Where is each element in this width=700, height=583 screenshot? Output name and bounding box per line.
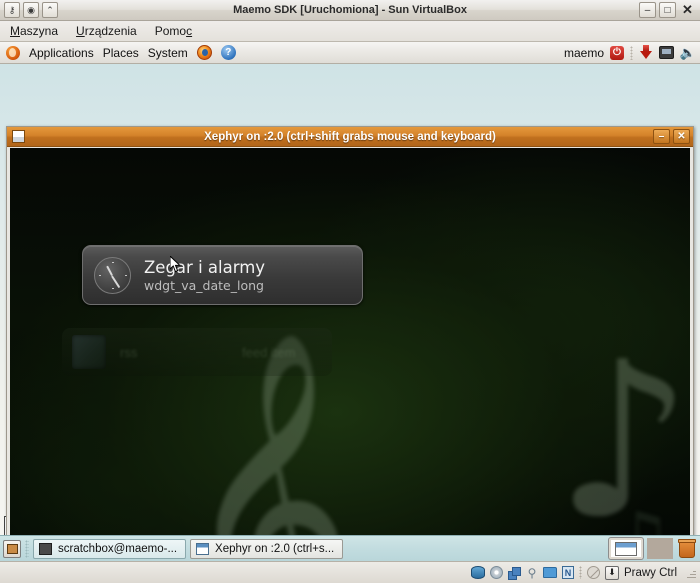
xephyr-window-controls: – ✕ xyxy=(653,129,690,144)
titlebar-icon-group: ⚷ ◉ ⌃ xyxy=(0,2,58,18)
task-xephyr[interactable]: Xephyr on :2.0 (ctrl+s... xyxy=(190,538,344,559)
settings-key-icon[interactable]: ⚷ xyxy=(4,2,20,18)
gnome-top-panel: Applications Places System ? maemo ⏻ 🔈 xyxy=(0,42,700,64)
task-scratchbox-label: scratchbox@maemo-... xyxy=(58,542,178,555)
rss-widget[interactable]: rss feed item xyxy=(62,328,332,376)
collapse-icon[interactable]: ⌃ xyxy=(42,2,58,18)
host-key-label: Prawy Ctrl xyxy=(623,566,677,579)
close-button[interactable]: ✕ xyxy=(679,2,696,18)
virtualbox-titlebar: ⚷ ◉ ⌃ Maemo SDK [Uruchomiona] - Sun Virt… xyxy=(0,0,700,21)
xephyr-title: Xephyr on :2.0 (ctrl+shift grabs mouse a… xyxy=(204,130,496,143)
workspace-switcher[interactable] xyxy=(609,538,643,559)
shared-folders-icon[interactable] xyxy=(542,567,557,578)
show-desktop-button[interactable] xyxy=(3,539,21,558)
menu-pomoc[interactable]: Pomoc xyxy=(155,24,192,38)
cd-dvd-icon[interactable] xyxy=(489,566,503,579)
window-controls: – □ ✕ xyxy=(639,2,696,18)
xephyr-window-icon xyxy=(12,130,25,143)
task-xephyr-label: Xephyr on :2.0 (ctrl+s... xyxy=(215,542,335,555)
terminal-icon xyxy=(39,542,52,555)
rss-widget-title: rss xyxy=(120,344,138,360)
menu-system[interactable]: System xyxy=(148,46,188,60)
panel-separator xyxy=(630,45,633,60)
taskbar-separator xyxy=(25,539,29,558)
vrdp-icon[interactable]: N xyxy=(561,566,574,579)
rss-widget-subtitle: feed item xyxy=(242,344,296,360)
menu-maszyna[interactable]: Maszyna xyxy=(10,24,58,38)
maximize-button[interactable]: □ xyxy=(659,2,676,18)
panel-menus: Applications Places System ? xyxy=(0,45,236,60)
task-scratchbox[interactable]: scratchbox@maemo-... xyxy=(33,538,187,559)
menu-places[interactable]: Places xyxy=(103,46,139,60)
xephyr-titlebar[interactable]: Xephyr on :2.0 (ctrl+shift grabs mouse a… xyxy=(7,127,693,147)
xephyr-close-button[interactable]: ✕ xyxy=(673,129,690,144)
virtualbox-menubar: Maszyna Urządzenia Pomoc xyxy=(0,21,700,42)
gnome-desktop: Xephyr on :2.0 (ctrl+shift grabs mouse a… xyxy=(0,64,700,578)
xephyr-window: Xephyr on :2.0 (ctrl+shift grabs mouse a… xyxy=(6,126,694,578)
help-icon[interactable]: ? xyxy=(220,45,236,60)
usb-icon[interactable]: ⚲ xyxy=(526,566,538,580)
minimize-button[interactable]: – xyxy=(639,2,656,18)
status-separator xyxy=(578,566,582,579)
snapshot-icon[interactable]: ◉ xyxy=(23,2,39,18)
menu-urzadzenia[interactable]: Urządzenia xyxy=(76,24,137,38)
update-manager-icon[interactable] xyxy=(639,45,653,60)
workspace-page[interactable] xyxy=(615,541,637,556)
maemo-screen: 𝄞 ♪ ♫ rss feed item xyxy=(10,148,690,574)
taskbar-right-spacer xyxy=(647,538,673,559)
virtualbox-statusbar: ⚲ N ⬇ Prawy Ctrl xyxy=(0,561,700,583)
clock-icon xyxy=(94,256,131,294)
network-icon[interactable] xyxy=(507,566,521,580)
gnome-foot-icon[interactable] xyxy=(6,45,20,60)
user-name-label[interactable]: maemo xyxy=(564,46,604,60)
mouse-not-captured-icon[interactable] xyxy=(586,566,600,579)
clock-widget-subtitle: wdgt_va_date_long xyxy=(144,277,264,293)
xephyr-minimize-button[interactable]: – xyxy=(653,129,670,144)
window-icon xyxy=(196,542,210,555)
trash-icon[interactable] xyxy=(677,538,697,559)
clock-widget-text: Zegar i alarmy wdgt_va_date_long xyxy=(144,258,265,293)
clock-and-alarms-widget[interactable]: Zegar i alarmy wdgt_va_date_long xyxy=(82,245,363,305)
clock-widget-title: Zegar i alarmy xyxy=(144,257,266,277)
resize-grip[interactable] xyxy=(684,567,696,579)
hard-disk-icon[interactable] xyxy=(470,566,485,579)
menu-applications[interactable]: Applications xyxy=(29,46,94,60)
volume-icon[interactable]: 🔈 xyxy=(680,45,696,60)
rss-thumbnail-icon xyxy=(72,335,106,369)
panel-tray: maemo ⏻ 🔈 xyxy=(564,45,696,60)
host-key-icon: ⬇ xyxy=(604,565,619,580)
window-title: Maemo SDK [Uruchomiona] - Sun VirtualBox xyxy=(233,4,467,16)
screenshot-root: ⚷ ◉ ⌃ Maemo SDK [Uruchomiona] - Sun Virt… xyxy=(0,0,700,583)
display-icon[interactable] xyxy=(659,46,674,59)
shutdown-icon[interactable]: ⏻ xyxy=(610,45,624,60)
gnome-taskbar: scratchbox@maemo-... Xephyr on :2.0 (ctr… xyxy=(0,535,700,561)
firefox-icon[interactable] xyxy=(196,45,212,60)
